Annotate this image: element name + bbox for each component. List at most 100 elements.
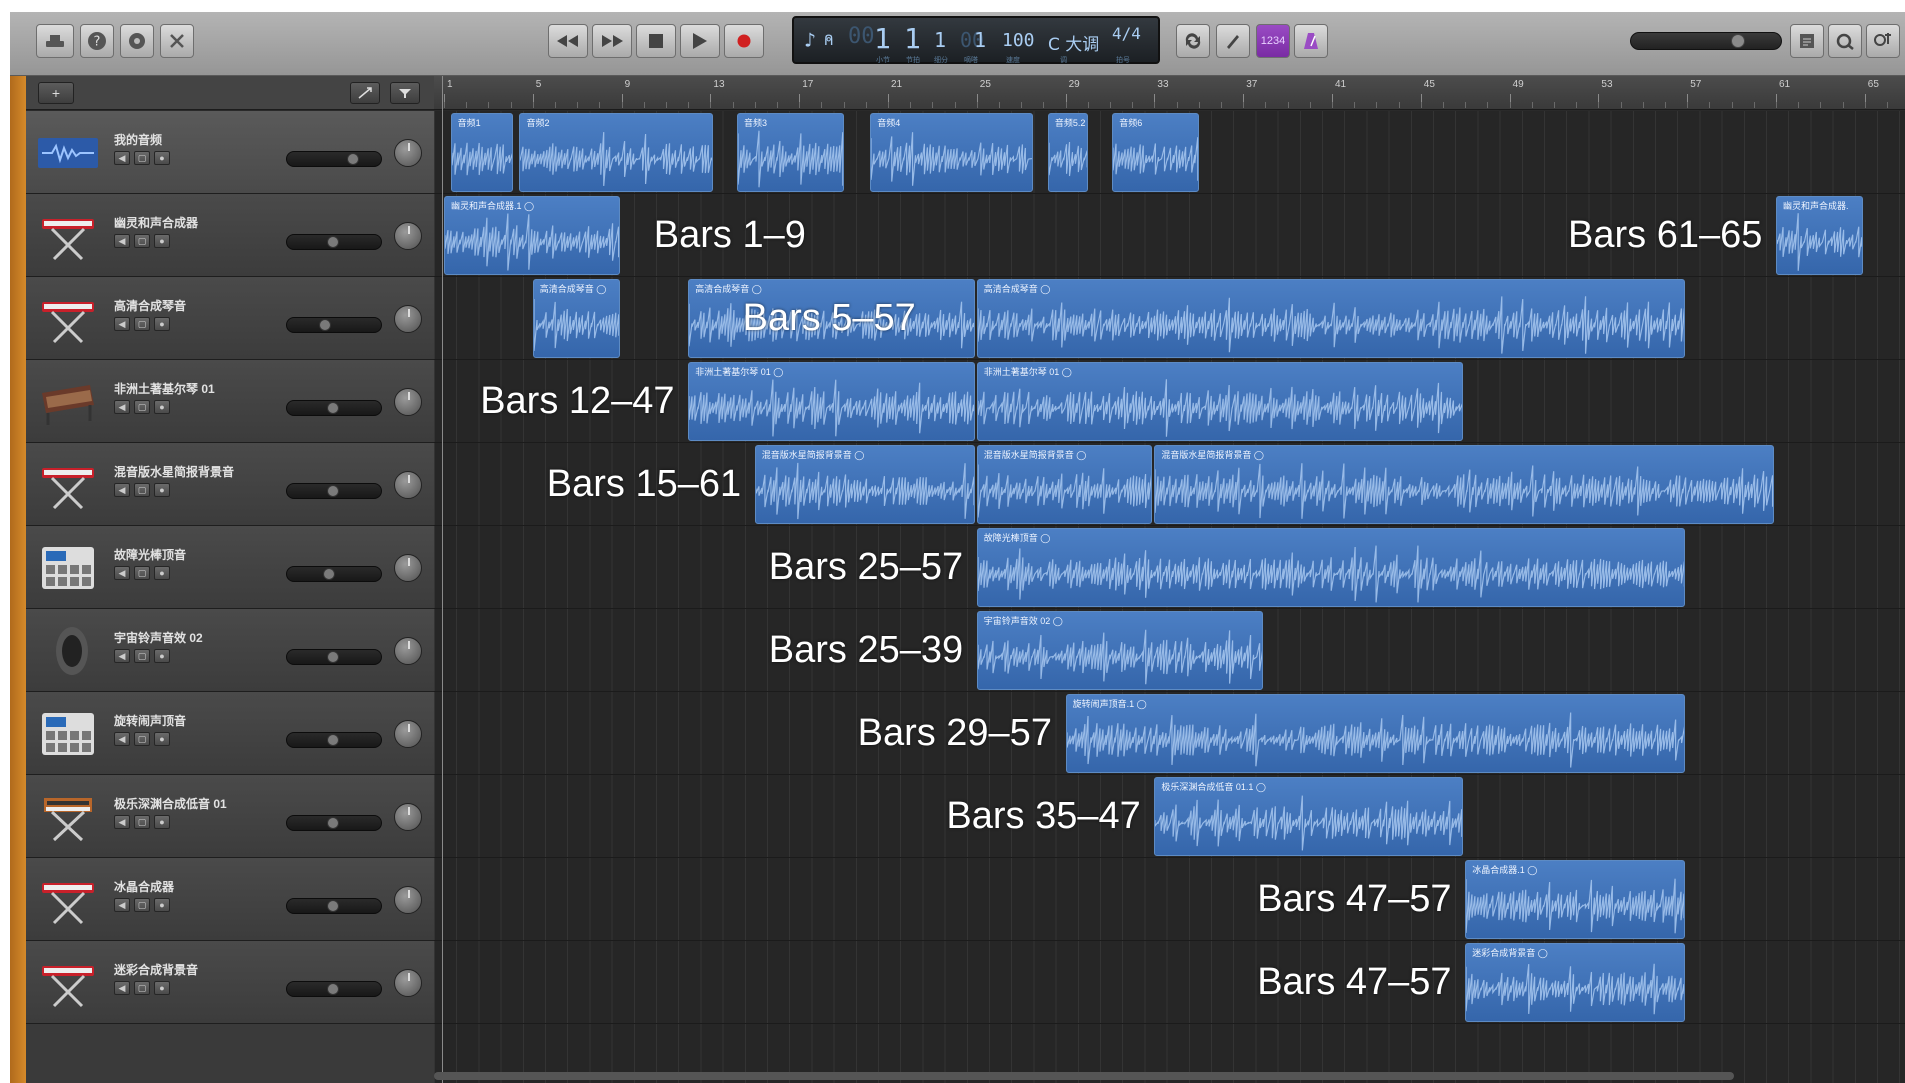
- audio-region[interactable]: 音频3: [737, 113, 844, 192]
- track-volume-knob[interactable]: [327, 402, 339, 414]
- mute-button[interactable]: ◀: [114, 151, 130, 165]
- track-volume-knob[interactable]: [319, 319, 331, 331]
- loop-browser-icon[interactable]: [1828, 24, 1862, 58]
- audio-region[interactable]: 混音版水星简报背景音 ◯: [976, 445, 1153, 524]
- solo-button[interactable]: ▢: [134, 234, 150, 248]
- audio-region[interactable]: 极乐深渊合成低音 01.1 ◯: [1154, 777, 1464, 856]
- pan-knob[interactable]: [394, 305, 422, 333]
- metronome-icon[interactable]: [1294, 24, 1328, 58]
- solo-button[interactable]: ▢: [134, 898, 150, 912]
- mute-button[interactable]: ◀: [114, 317, 130, 331]
- track-header[interactable]: 故障光棒顶音 ◀ ▢ ●: [26, 526, 434, 609]
- add-track-button[interactable]: +: [38, 82, 74, 104]
- track-header[interactable]: 高清合成琴音 ◀ ▢ ●: [26, 277, 434, 360]
- record-enable-button[interactable]: ●: [154, 566, 170, 580]
- solo-button[interactable]: ▢: [134, 400, 150, 414]
- stop-icon[interactable]: [636, 24, 676, 58]
- library-icon[interactable]: [36, 24, 74, 58]
- audio-region[interactable]: 高清合成琴音 ◯: [976, 279, 1686, 358]
- pan-knob[interactable]: [394, 388, 422, 416]
- track-volume-knob[interactable]: [327, 485, 339, 497]
- pan-knob[interactable]: [394, 637, 422, 665]
- track-volume-knob[interactable]: [327, 734, 339, 746]
- track-header[interactable]: 冰晶合成器 ◀ ▢ ●: [26, 858, 434, 941]
- track-volume-slider[interactable]: [286, 234, 382, 250]
- pan-knob[interactable]: [394, 969, 422, 997]
- track-volume-knob[interactable]: [327, 236, 339, 248]
- track-name[interactable]: 极乐深渊合成低音 01: [114, 795, 227, 812]
- audio-region[interactable]: 音频1: [450, 113, 514, 192]
- record-enable-button[interactable]: ●: [154, 981, 170, 995]
- audio-region[interactable]: 迷彩合成背景音 ◯: [1465, 943, 1686, 1022]
- track-volume-knob[interactable]: [327, 900, 339, 912]
- master-volume-knob[interactable]: [1731, 34, 1745, 48]
- tracks-area[interactable]: 音频1 音频2 音频3 音频4 音频5.2 音频6 幽灵和声合成器.1 ◯ 幽灵和声合成器. 高…: [434, 111, 1905, 1083]
- pan-knob[interactable]: [394, 886, 422, 914]
- solo-button[interactable]: ▢: [134, 649, 150, 663]
- record-enable-button[interactable]: ●: [154, 234, 170, 248]
- pan-knob[interactable]: [394, 720, 422, 748]
- record-enable-button[interactable]: ●: [154, 649, 170, 663]
- mute-button[interactable]: ◀: [114, 649, 130, 663]
- record-enable-button[interactable]: ●: [154, 732, 170, 746]
- audio-region[interactable]: 音频4: [870, 113, 1033, 192]
- solo-button[interactable]: ▢: [134, 483, 150, 497]
- track-volume-slider[interactable]: [286, 483, 382, 499]
- track-header[interactable]: 宇宙铃声音效 02 ◀ ▢ ●: [26, 609, 434, 692]
- track-header[interactable]: 混音版水星简报背景音 ◀ ▢ ●: [26, 443, 434, 526]
- pan-knob[interactable]: [394, 222, 422, 250]
- help-icon[interactable]: ?: [80, 24, 114, 58]
- mute-button[interactable]: ◀: [114, 566, 130, 580]
- track-volume-slider[interactable]: [286, 815, 382, 831]
- record-enable-button[interactable]: ●: [154, 317, 170, 331]
- editors-icon[interactable]: [160, 24, 194, 58]
- track-name[interactable]: 混音版水星简报背景音: [114, 463, 234, 480]
- mute-button[interactable]: ◀: [114, 234, 130, 248]
- solo-button[interactable]: ▢: [134, 317, 150, 331]
- cycle-icon[interactable]: [1176, 24, 1210, 58]
- track-name[interactable]: 幽灵和声合成器: [114, 214, 198, 231]
- audio-region[interactable]: 宇宙铃声音效 02 ◯: [976, 611, 1264, 690]
- mute-button[interactable]: ◀: [114, 400, 130, 414]
- track-volume-knob[interactable]: [327, 983, 339, 995]
- fast-forward-icon[interactable]: [592, 24, 632, 58]
- solo-button[interactable]: ▢: [134, 981, 150, 995]
- playhead[interactable]: [442, 76, 443, 1083]
- record-enable-button[interactable]: ●: [154, 483, 170, 497]
- lcd-display[interactable]: ♪ ⍝ 00 1 1 1 00 1 100 C 大调 4/4 小节 节拍 细分 …: [792, 16, 1160, 64]
- track-name[interactable]: 故障光棒顶音: [114, 546, 186, 563]
- record-enable-button[interactable]: ●: [154, 151, 170, 165]
- track-name[interactable]: 非洲土著基尔琴 01: [114, 380, 215, 397]
- track-volume-slider[interactable]: [286, 566, 382, 582]
- track-volume-slider[interactable]: [286, 649, 382, 665]
- pan-knob[interactable]: [394, 803, 422, 831]
- solo-button[interactable]: ▢: [134, 815, 150, 829]
- audio-region[interactable]: 非洲土著基尔琴 01 ◯: [688, 362, 975, 441]
- audio-region[interactable]: 混音版水星简报背景音 ◯: [754, 445, 975, 524]
- track-header[interactable]: 旋转闹声顶音 ◀ ▢ ●: [26, 692, 434, 775]
- mute-button[interactable]: ◀: [114, 815, 130, 829]
- solo-button[interactable]: ▢: [134, 732, 150, 746]
- play-icon[interactable]: [680, 24, 720, 58]
- track-header[interactable]: 极乐深渊合成低音 01 ◀ ▢ ●: [26, 775, 434, 858]
- track-name[interactable]: 高清合成琴音: [114, 297, 186, 314]
- track-header[interactable]: 我的音频 ◀ ▢ ●: [26, 111, 434, 194]
- track-volume-slider[interactable]: [286, 981, 382, 997]
- track-volume-slider[interactable]: [286, 400, 382, 416]
- record-enable-button[interactable]: ●: [154, 815, 170, 829]
- track-volume-slider[interactable]: [286, 151, 382, 167]
- track-name[interactable]: 迷彩合成背景音: [114, 961, 198, 978]
- solo-button[interactable]: ▢: [134, 566, 150, 580]
- notepad-icon[interactable]: [1790, 24, 1824, 58]
- track-name[interactable]: 宇宙铃声音效 02: [114, 629, 203, 646]
- rewind-icon[interactable]: [548, 24, 588, 58]
- audio-region[interactable]: 音频6: [1112, 113, 1200, 192]
- track-volume-knob[interactable]: [327, 651, 339, 663]
- track-name[interactable]: 冰晶合成器: [114, 878, 174, 895]
- bar-ruler[interactable]: 1 5 9 13 17 21 25 29 33 37 41 45 49 53 57 61 65: [434, 76, 1905, 110]
- master-volume-slider[interactable]: [1630, 32, 1782, 50]
- tuner-icon[interactable]: [1216, 24, 1250, 58]
- track-header[interactable]: 幽灵和声合成器 ◀ ▢ ●: [26, 194, 434, 277]
- pan-knob[interactable]: [394, 554, 422, 582]
- audio-region[interactable]: 幽灵和声合成器.: [1776, 196, 1863, 275]
